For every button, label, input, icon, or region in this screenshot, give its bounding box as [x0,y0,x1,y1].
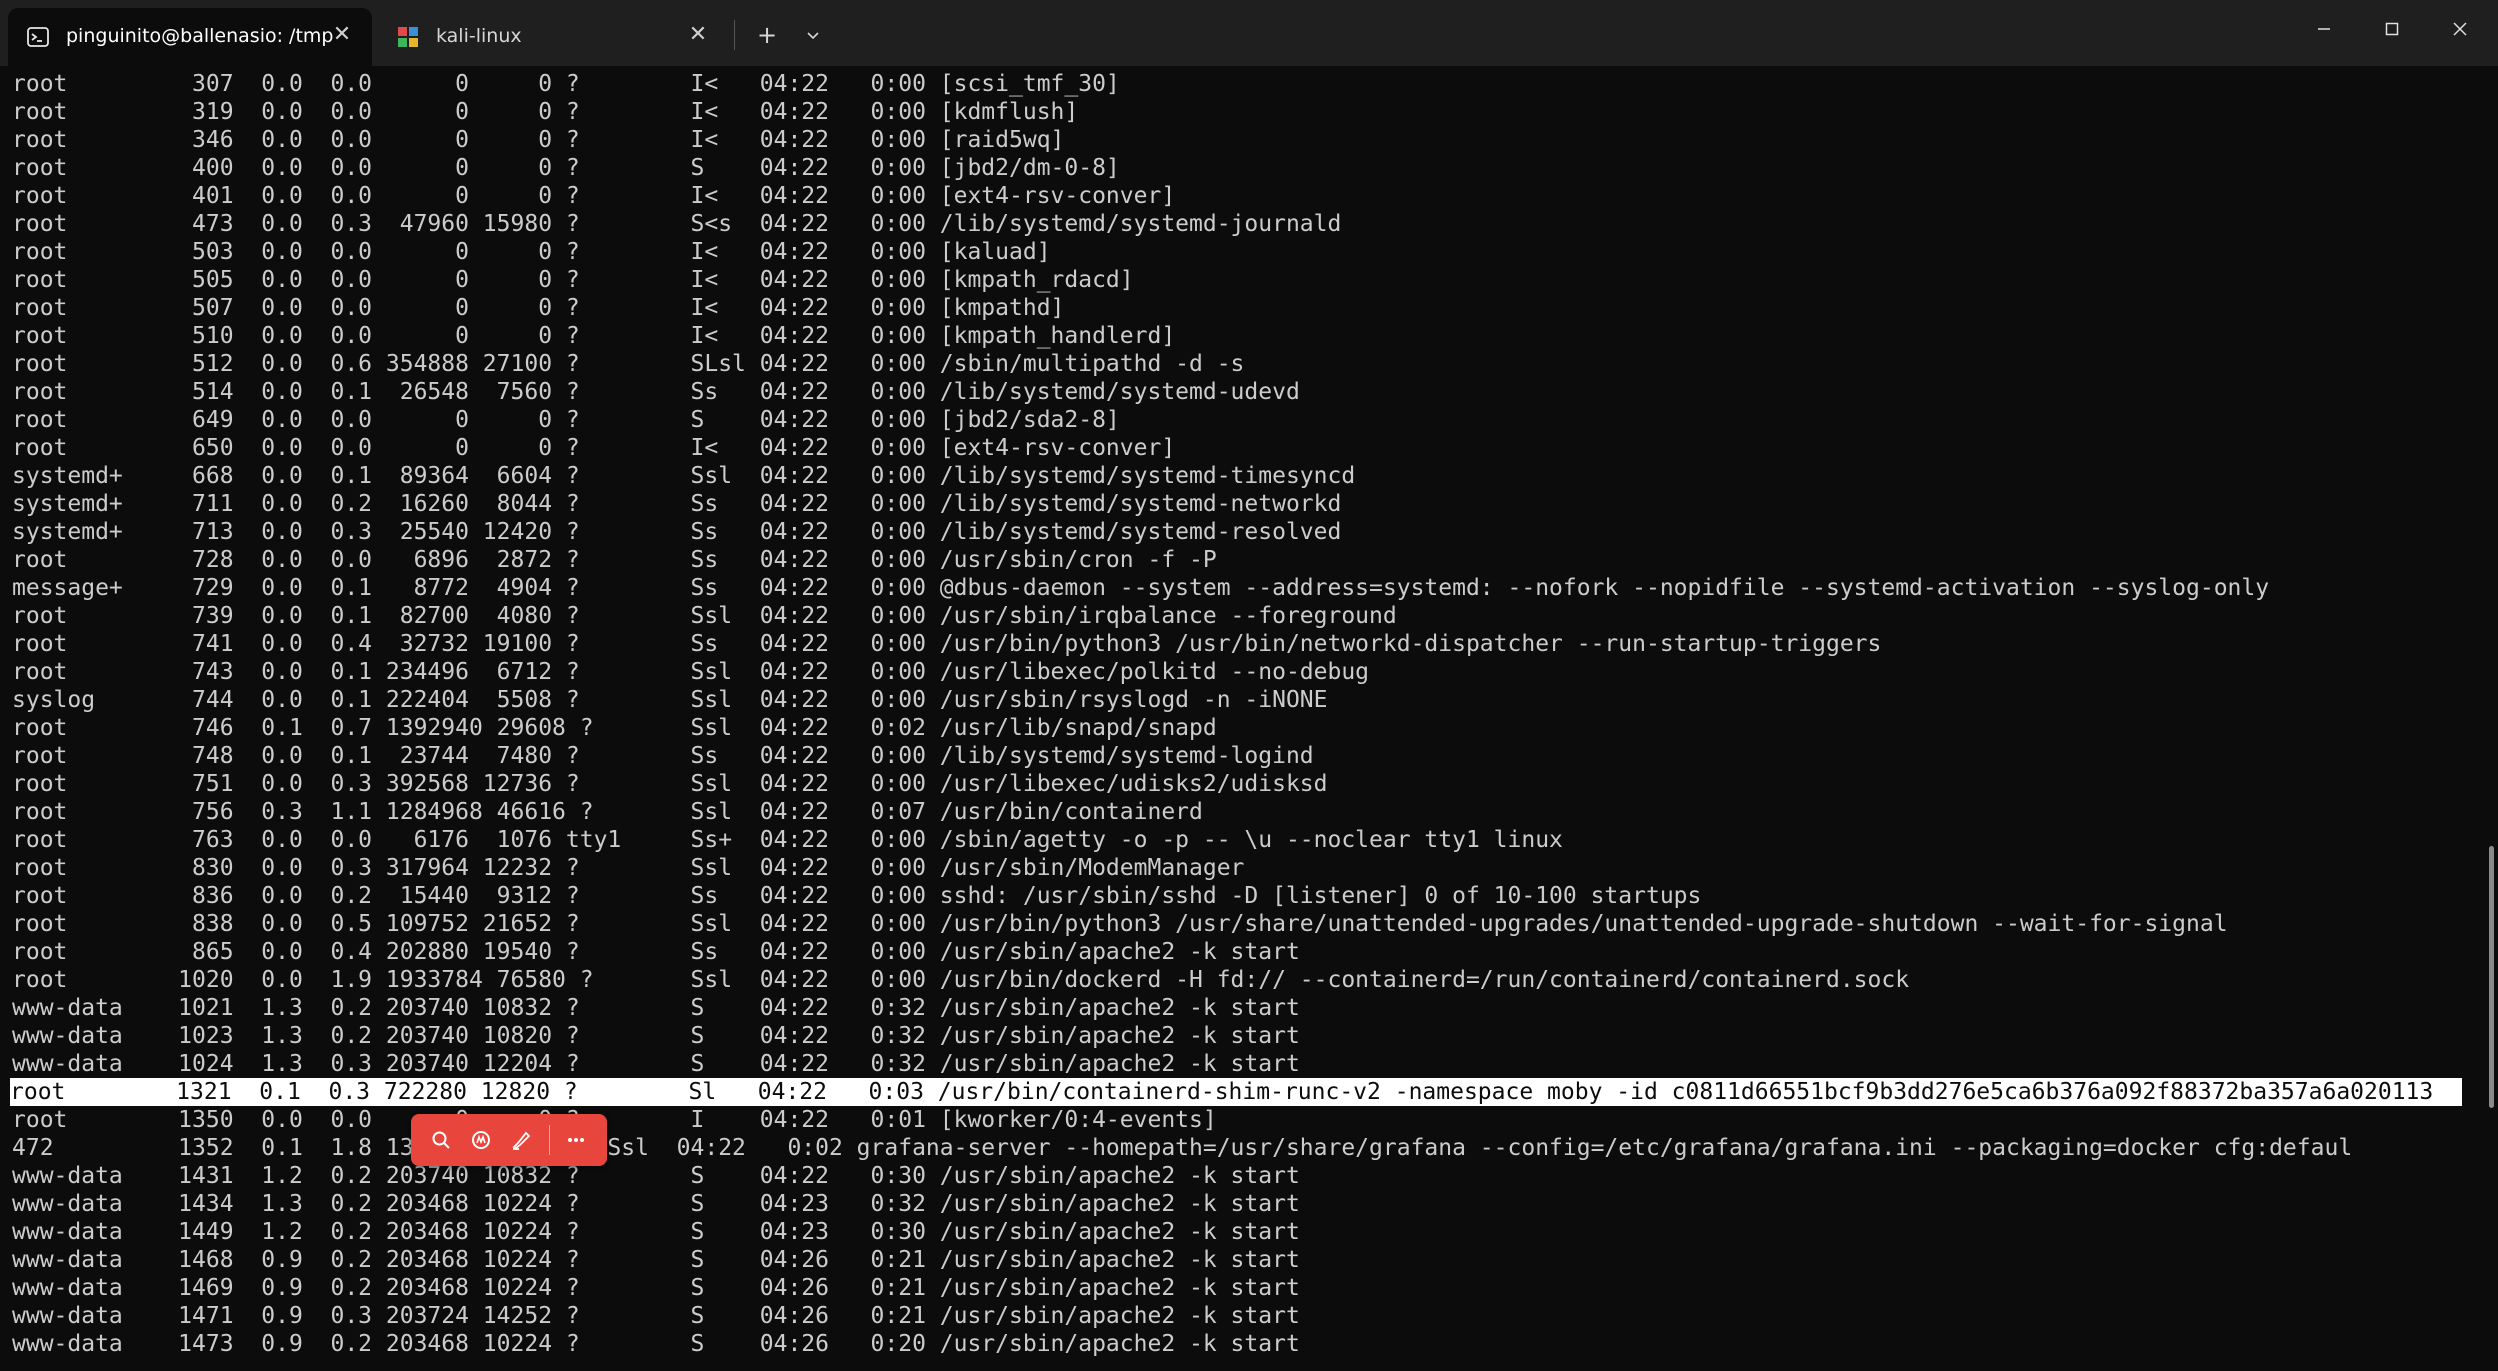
terminal-line[interactable]: root 1350 0.0 0.0 0 0 ? I 04:22 0:01 [kw… [12,1106,1217,1134]
terminal-icon [26,25,50,49]
terminal-line[interactable]: root 743 0.0 0.1 234496 6712 ? Ssl 04:22… [12,658,1369,686]
scrollbar-thumb[interactable] [2489,846,2494,1108]
terminal-line[interactable]: root 741 0.0 0.4 32732 19100 ? Ss 04:22 … [12,630,1881,658]
terminal-line[interactable]: www-data 1471 0.9 0.3 203724 14252 ? S 0… [12,1302,1300,1330]
terminal-line[interactable]: root 865 0.0 0.4 202880 19540 ? Ss 04:22… [12,938,1300,966]
terminal-line[interactable]: root 400 0.0 0.0 0 0 ? S 04:22 0:00 [jbd… [12,154,1120,182]
terminal-line[interactable]: root 319 0.0 0.0 0 0 ? I< 04:22 0:00 [kd… [12,98,1078,126]
terminal-line[interactable]: www-data 1023 1.3 0.2 203740 10820 ? S 0… [12,1022,1300,1050]
terminal-line[interactable]: www-data 1431 1.2 0.2 203740 10832 ? S 0… [12,1162,1300,1190]
maximize-icon [2385,22,2399,36]
terminal-line[interactable]: syslog 744 0.0 0.1 222404 5508 ? Ssl 04:… [12,686,1327,714]
terminal-line[interactable]: www-data 1021 1.3 0.2 203740 10832 ? S 0… [12,994,1300,1022]
terminal-line[interactable]: root 748 0.0 0.1 23744 7480 ? Ss 04:22 0… [12,742,1314,770]
terminal-line-selected[interactable]: root 1321 0.1 0.3 722280 12820 ? Sl 04:2… [10,1078,2462,1106]
close-tab-icon[interactable]: ✕ [330,23,354,47]
floating-selection-toolbar [411,1114,607,1166]
terminal-line[interactable]: root 307 0.0 0.0 0 0 ? I< 04:22 0:00 [sc… [12,70,1120,98]
terminal-line[interactable]: root 836 0.0 0.2 15440 9312 ? Ss 04:22 0… [12,882,1701,910]
ai-assistant-button[interactable] [461,1120,501,1160]
tab-kali-linux[interactable]: kali-linux ✕ [378,8,728,66]
tab-title: kali-linux [436,25,522,47]
more-button[interactable] [556,1120,596,1160]
tab-pinguinito-tmp[interactable]: pinguinito@ballenasio: /tmp ✕ [8,8,372,66]
tab-title: pinguinito@ballenasio: /tmp [66,25,334,47]
terminal-line[interactable]: root 751 0.0 0.3 392568 12736 ? Ssl 04:2… [12,770,1327,798]
tab-separator [734,20,735,50]
title-bar: pinguinito@ballenasio: /tmp ✕ kali-linux… [0,0,2498,66]
terminal-line[interactable]: root 838 0.0 0.5 109752 21652 ? Ssl 04:2… [12,910,2228,938]
terminal-line[interactable]: root 401 0.0 0.0 0 0 ? I< 04:22 0:00 [ex… [12,182,1175,210]
terminal-line[interactable]: systemd+ 711 0.0 0.2 16260 8044 ? Ss 04:… [12,490,1341,518]
terminal-line[interactable]: root 739 0.0 0.1 82700 4080 ? Ssl 04:22 … [12,602,1397,630]
terminal-line[interactable]: message+ 729 0.0 0.1 8772 4904 ? Ss 04:2… [12,574,2269,602]
terminal-line[interactable]: root 746 0.1 0.7 1392940 29608 ? Ssl 04:… [12,714,1217,742]
ai-assistant-icon [472,1131,490,1149]
chevron-down-icon [807,32,819,40]
terminal-line[interactable]: root 649 0.0 0.0 0 0 ? S 04:22 0:00 [jbd… [12,406,1120,434]
terminal-line[interactable]: root 503 0.0 0.0 0 0 ? I< 04:22 0:00 [ka… [12,238,1051,266]
terminal-line[interactable]: www-data 1024 1.3 0.3 203740 12204 ? S 0… [12,1050,1300,1078]
terminal-line[interactable]: www-data 1473 0.9 0.2 203468 10224 ? S 0… [12,1330,1300,1358]
terminal-output[interactable]: root 307 0.0 0.0 0 0 ? I< 04:22 0:00 [sc… [0,66,2484,1371]
close-window-button[interactable] [2426,0,2494,58]
kali-linux-icon [396,25,420,49]
terminal-line[interactable]: www-data 1449 1.2 0.2 203468 10224 ? S 0… [12,1218,1300,1246]
new-tab-button[interactable]: + [750,20,784,50]
terminal-line[interactable]: www-data 1469 0.9 0.2 203468 10224 ? S 0… [12,1274,1300,1302]
highlighter-icon [512,1131,531,1150]
terminal-line[interactable]: www-data 1468 0.9 0.2 203468 10224 ? S 0… [12,1246,1300,1274]
tab-dropdown-button[interactable] [796,20,830,50]
scrollbar[interactable] [2484,66,2498,1371]
minimize-icon [2318,28,2330,30]
highlighter-button[interactable] [501,1120,541,1160]
terminal-line[interactable]: 472 1352 0.1 1.8 13 Ssl 04:22 0:02 grafa… [12,1134,2352,1162]
terminal-line[interactable]: root 512 0.0 0.6 354888 27100 ? SLsl 04:… [12,350,1244,378]
terminal-line[interactable]: root 346 0.0 0.0 0 0 ? I< 04:22 0:00 [ra… [12,126,1064,154]
terminal-line[interactable]: root 763 0.0 0.0 6176 1076 tty1 Ss+ 04:2… [12,826,1563,854]
terminal-line[interactable]: root 507 0.0 0.0 0 0 ? I< 04:22 0:00 [km… [12,294,1064,322]
terminal-line[interactable]: root 830 0.0 0.3 317964 12232 ? Ssl 04:2… [12,854,1244,882]
terminal-line[interactable]: root 505 0.0 0.0 0 0 ? I< 04:22 0:00 [km… [12,266,1134,294]
minimize-button[interactable] [2290,0,2358,58]
terminal-line[interactable]: root 756 0.3 1.1 1284968 46616 ? Ssl 04:… [12,798,1203,826]
more-icon [568,1138,584,1142]
terminal-line[interactable]: root 514 0.0 0.1 26548 7560 ? Ss 04:22 0… [12,378,1300,406]
close-tab-icon[interactable]: ✕ [686,23,710,47]
maximize-button[interactable] [2358,0,2426,58]
terminal-line[interactable]: root 1020 0.0 1.9 1933784 76580 ? Ssl 04… [12,966,1909,994]
terminal-line[interactable]: root 728 0.0 0.0 6896 2872 ? Ss 04:22 0:… [12,546,1217,574]
terminal-line[interactable]: root 510 0.0 0.0 0 0 ? I< 04:22 0:00 [km… [12,322,1175,350]
search-button[interactable] [421,1120,461,1160]
search-icon [432,1131,450,1149]
terminal-line[interactable]: root 650 0.0 0.0 0 0 ? I< 04:22 0:00 [ex… [12,434,1175,462]
toolbar-divider [549,1125,550,1155]
terminal-line[interactable]: systemd+ 668 0.0 0.1 89364 6604 ? Ssl 04… [12,462,1355,490]
terminal-line[interactable]: systemd+ 713 0.0 0.3 25540 12420 ? Ss 04… [12,518,1341,546]
terminal-line[interactable]: www-data 1434 1.3 0.2 203468 10224 ? S 0… [12,1190,1300,1218]
close-icon [2453,22,2467,36]
terminal-line[interactable]: root 473 0.0 0.3 47960 15980 ? S<s 04:22… [12,210,1341,238]
